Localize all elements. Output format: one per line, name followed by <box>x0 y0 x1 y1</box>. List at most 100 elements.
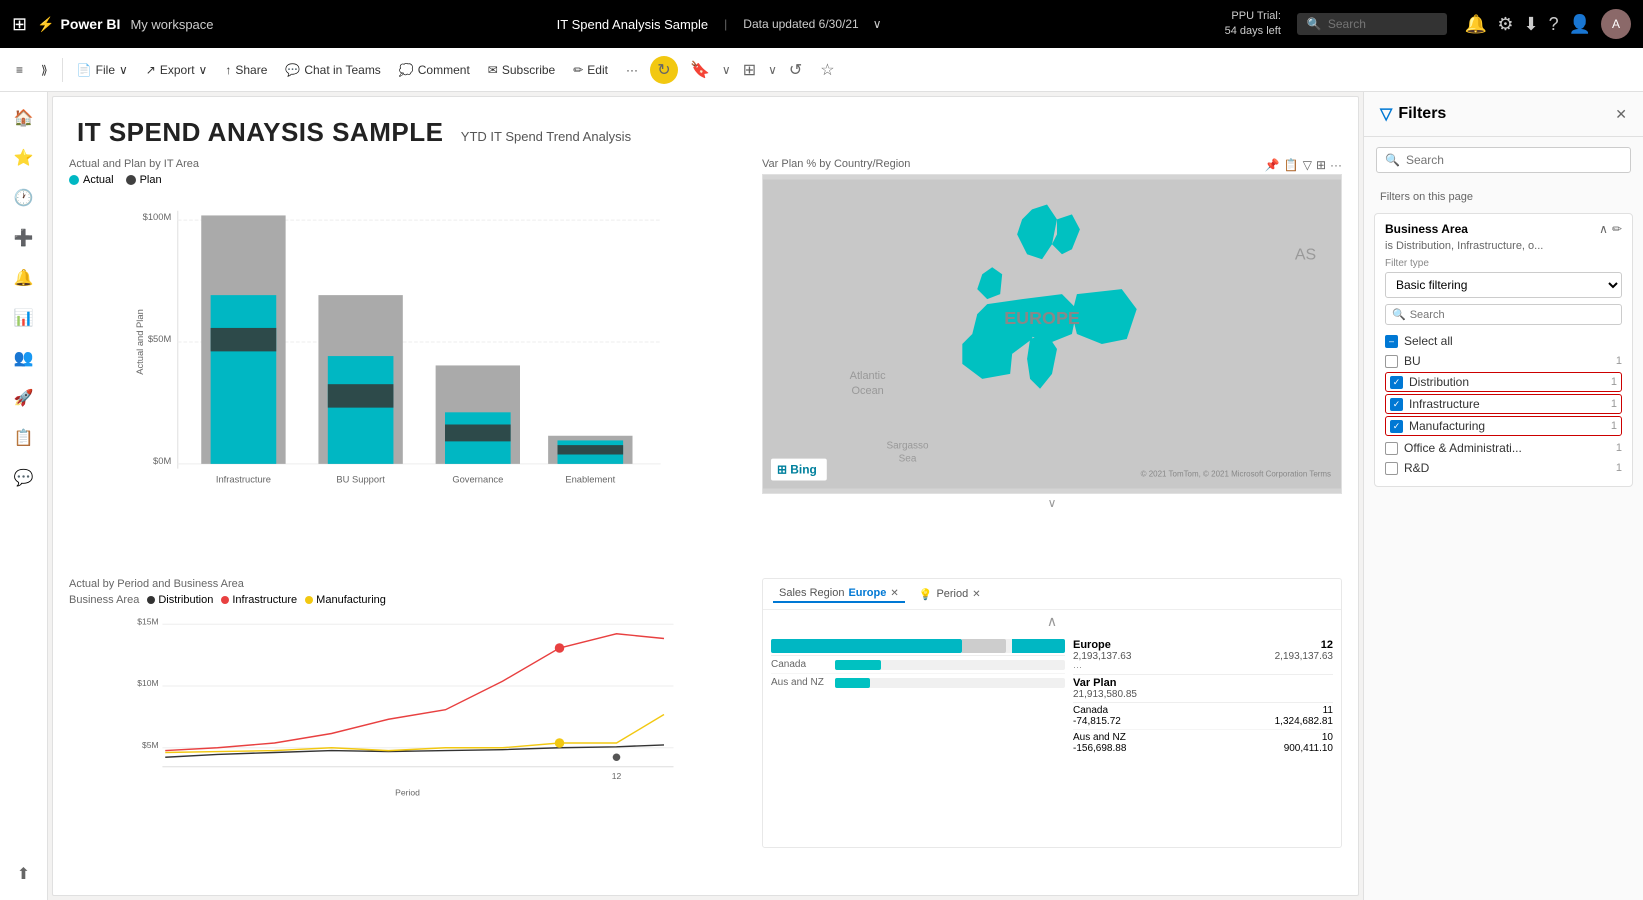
europe-bar-dotted <box>962 639 1006 653</box>
sidebar-item-datasets[interactable]: 📋 <box>6 420 42 456</box>
svg-text:Actual and Plan: Actual and Plan <box>135 309 145 375</box>
account-icon[interactable]: 👤 <box>1569 14 1591 35</box>
svg-text:$10M: $10M <box>137 678 158 688</box>
period-bulb-icon: 💡 <box>919 588 933 601</box>
svg-text:$15M: $15M <box>137 616 158 626</box>
select-all-checkbox[interactable]: – <box>1385 335 1398 348</box>
filter-item-rd[interactable]: R&D 1 <box>1385 458 1622 478</box>
edit-button[interactable]: ✏ Edit <box>565 59 616 81</box>
sales-region-remove[interactable]: ✕ <box>890 588 898 599</box>
collapse-nav-button[interactable]: ≡ <box>8 59 31 81</box>
sidebar-item-recent[interactable]: 🕐 <box>6 180 42 216</box>
period-remove[interactable]: ✕ <box>972 589 980 600</box>
chat-teams-button[interactable]: 💬 Chat in Teams <box>277 59 388 81</box>
bookmark-button[interactable]: 🔖 <box>684 56 716 84</box>
svg-text:Infrastructure: Infrastructure <box>216 475 271 485</box>
gov-dark-bar <box>445 425 511 442</box>
sidebar-item-chat[interactable]: 💬 <box>6 460 42 496</box>
filter-expand-icon[interactable]: ∧ <box>1599 222 1608 236</box>
filter-main-search[interactable]: 🔍 <box>1376 147 1631 173</box>
avatar[interactable]: A <box>1601 9 1631 39</box>
comment-button[interactable]: 💭 Comment <box>391 59 478 81</box>
legend-infrastructure: Infrastructure <box>221 594 297 606</box>
left-sidebar: 🏠 ⭐ 🕐 ➕ 🔔 📊 👥 🚀 📋 💬 ⬆ <box>0 92 48 900</box>
filter-item-bu[interactable]: BU 1 <box>1385 351 1622 371</box>
infrastructure-dot <box>555 643 565 653</box>
europe-row <box>771 637 1065 656</box>
sidebar-item-reports[interactable]: 📊 <box>6 300 42 336</box>
bu-checkbox[interactable] <box>1385 355 1398 368</box>
manufacturing-checkbox[interactable]: ✓ <box>1390 420 1403 433</box>
rd-checkbox[interactable] <box>1385 462 1398 475</box>
filter-item-office[interactable]: Office & Administrati... 1 <box>1385 438 1622 458</box>
ausnz-period: 10 <box>1284 732 1333 743</box>
legend-plan-label: Plan <box>140 174 162 186</box>
expand-button[interactable]: ⟫ <box>33 59 56 81</box>
brand-logo: ⚡ Power BI <box>37 16 120 33</box>
europe-name: Europe <box>1073 639 1271 651</box>
office-checkbox[interactable] <box>1385 442 1398 455</box>
sidebar-item-expand[interactable]: ⬆ <box>6 856 42 892</box>
report-title-area: IT SPEND ANAYSIS SAMPLE YTD IT Spend Tre… <box>53 97 1358 158</box>
notification-icon[interactable]: 🔔 <box>1465 14 1487 35</box>
sidebar-item-home[interactable]: 🏠 <box>6 100 42 136</box>
reset-button[interactable]: ↺ <box>783 56 808 84</box>
export-button[interactable]: ↗ Export ∨ <box>138 59 216 81</box>
copy-icon[interactable]: 📋 <box>1284 158 1299 172</box>
map-visual[interactable]: EUROPE Atlantic Ocean Sargasso Sea AS ⊞ … <box>762 174 1342 494</box>
download-icon[interactable]: ⬇ <box>1523 14 1538 35</box>
pin-icon[interactable]: 📌 <box>1265 158 1280 172</box>
filter-icon[interactable]: ▽ <box>1303 158 1312 172</box>
sidebar-item-people[interactable]: 👥 <box>6 340 42 376</box>
map-expand-arrow[interactable]: ∨ <box>762 496 1342 510</box>
toolbar-right: ↻ 🔖 ∨ ⊞ ∨ ↺ ☆ <box>650 56 841 84</box>
sidebar-item-favorites[interactable]: ⭐ <box>6 140 42 176</box>
sales-region-label: Sales Region <box>779 587 844 599</box>
view-button[interactable]: ⊞ <box>737 56 762 84</box>
filter-item-infrastructure[interactable]: ✓ Infrastructure 1 <box>1385 394 1622 414</box>
filter-edit-icon[interactable]: ✏ <box>1612 222 1622 236</box>
filter-select-all[interactable]: – Select all <box>1385 331 1622 351</box>
more-dots-icon[interactable]: ··· <box>1330 158 1342 172</box>
share-button[interactable]: ↑ Share <box>217 59 275 81</box>
sidebar-item-alerts[interactable]: 🔔 <box>6 260 42 296</box>
distribution-checkbox[interactable]: ✓ <box>1390 376 1403 389</box>
ppu-trial-info: PPU Trial: 54 days left <box>1225 9 1281 40</box>
europe-dots: ··· <box>1073 662 1271 672</box>
waterfall-up-arrow[interactable]: ∧ <box>763 610 1341 633</box>
global-search-input[interactable] <box>1328 17 1428 31</box>
filter-item-distribution[interactable]: ✓ Distribution 1 <box>1385 372 1622 392</box>
rd-count: 1 <box>1616 462 1622 474</box>
share-icon: ↑ <box>225 63 231 77</box>
file-button[interactable]: 📄 File ∨ <box>69 59 136 81</box>
sidebar-item-explore[interactable]: 🚀 <box>6 380 42 416</box>
help-icon[interactable]: ? <box>1549 14 1559 35</box>
filter-inner-search-box[interactable]: 🔍 <box>1385 304 1622 325</box>
svg-text:$100M: $100M <box>143 212 172 222</box>
filter-type-select[interactable]: Basic filtering Advanced filtering Top N <box>1385 272 1622 298</box>
workspace-label[interactable]: My workspace <box>130 17 213 32</box>
global-search-box[interactable]: 🔍 <box>1297 13 1447 35</box>
europe-period: 12 <box>1275 639 1333 651</box>
dropdown-chevron-icon[interactable]: ∨ <box>873 17 882 31</box>
svg-text:$50M: $50M <box>148 334 172 344</box>
expand-icon[interactable]: ⊞ <box>1316 158 1326 172</box>
filter-card-icons: ∧ ✏ <box>1599 222 1622 236</box>
settings-icon[interactable]: ⚙ <box>1497 14 1513 35</box>
filter-search-input[interactable] <box>1406 153 1622 167</box>
refresh-button[interactable]: ↻ <box>650 56 678 84</box>
filter-search-icon: 🔍 <box>1385 153 1400 167</box>
subscribe-button[interactable]: ✉ Subscribe <box>480 59 563 81</box>
filter-inner-search-input[interactable] <box>1410 309 1615 321</box>
more-button[interactable]: ··· <box>618 59 646 81</box>
hamburger-icon: ≡ <box>16 63 23 77</box>
filter-item-manufacturing[interactable]: ✓ Manufacturing 1 <box>1385 416 1622 436</box>
business-area-filter-card: Business Area ∧ ✏ is Distribution, Infra… <box>1374 213 1633 487</box>
infrastructure-checkbox[interactable]: ✓ <box>1390 398 1403 411</box>
filters-close-button[interactable]: ✕ <box>1615 106 1627 123</box>
chevron-down-icon: ∨ <box>119 63 128 77</box>
sidebar-item-create[interactable]: ➕ <box>6 220 42 256</box>
bookmark-chevron-icon: ∨ <box>722 63 731 77</box>
favorite-button[interactable]: ☆ <box>814 56 840 84</box>
apps-grid-icon[interactable]: ⊞ <box>12 14 27 35</box>
